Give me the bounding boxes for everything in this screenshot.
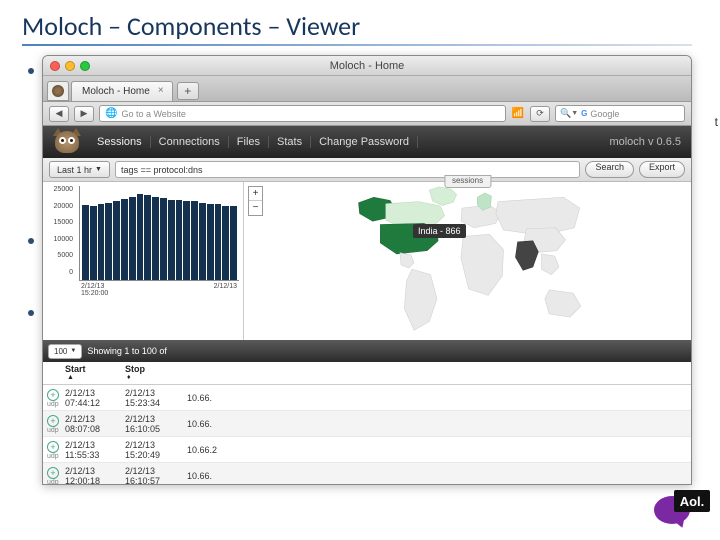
table-header-row: Start▲ Stop♦ [43, 362, 691, 385]
filter-bar: Last 1 hr ▼ Search Export [43, 158, 691, 182]
browser-window: Moloch - Home Moloch - Home × + ◀ ▶ 🌐 Go… [42, 55, 692, 485]
histogram-bar[interactable] [160, 198, 167, 280]
forward-button[interactable]: ▶ [74, 106, 94, 122]
owl-logo-icon [51, 128, 83, 156]
nav-files[interactable]: Files [229, 136, 269, 148]
page-size-dropdown[interactable]: 100▼ [48, 344, 82, 359]
expand-row-button[interactable]: + [47, 415, 59, 427]
map-zoom-control: + − [248, 186, 263, 216]
histogram-bar[interactable] [199, 203, 206, 280]
chevron-down-icon: ▼ [95, 166, 102, 173]
map-tooltip: India - 866 [413, 224, 466, 238]
histogram-bar[interactable] [129, 197, 136, 280]
zoom-in-button[interactable]: + [249, 187, 262, 201]
window-title: Moloch - Home [43, 60, 691, 72]
globe-icon: 🌐 [105, 108, 117, 119]
bullet [28, 310, 34, 316]
showing-text: Showing 1 to 100 of [87, 346, 167, 356]
aol-logo: Aol. [654, 488, 706, 530]
world-map-svg [244, 182, 691, 340]
url-placeholder: Go to a Website [121, 109, 185, 119]
histogram-bar[interactable] [183, 201, 190, 280]
sort-asc-icon: ▲ [67, 374, 125, 381]
nav-change-password[interactable]: Change Password [311, 136, 418, 148]
favicon-tab[interactable] [47, 81, 69, 101]
map-sessions-handle[interactable]: sessions [444, 175, 491, 188]
owl-icon [52, 85, 64, 97]
histogram-bars[interactable] [79, 186, 239, 281]
sessions-table: Start▲ Stop♦ +udp2/12/1307:44:122/12/131… [43, 362, 691, 485]
histogram-bar[interactable] [98, 204, 105, 280]
aol-wordmark: Aol. [674, 490, 710, 512]
reload-button[interactable]: ⟳ [530, 106, 550, 122]
histogram-bar[interactable] [168, 200, 175, 280]
expand-row-button[interactable]: + [47, 467, 59, 479]
table-row[interactable]: +udp2/12/1307:44:122/12/1315:23:3410.66. [43, 385, 691, 411]
google-icon: G [581, 109, 587, 118]
expand-row-button[interactable]: + [47, 441, 59, 453]
histogram-bar[interactable] [222, 206, 229, 280]
table-row[interactable]: +udp2/12/1308:07:082/12/1316:10:0510.66. [43, 411, 691, 437]
search-icon: 🔍 [560, 108, 571, 119]
sort-icon: ♦ [127, 374, 187, 381]
histogram-bar[interactable] [144, 195, 151, 280]
bullet [28, 68, 34, 74]
table-row[interactable]: +udp2/12/1312:00:182/12/1316:10:5710.66. [43, 463, 691, 485]
time-range-label: Last 1 hr [57, 165, 92, 175]
col-start[interactable]: Start▲ [65, 364, 125, 381]
histogram-bar[interactable] [230, 206, 237, 280]
histogram-bar[interactable] [121, 199, 128, 280]
x-axis-ticks: 2/12/1315:20:00 2/12/13 [79, 281, 239, 297]
tab-label: Moloch - Home [82, 86, 150, 97]
nav-connections[interactable]: Connections [151, 136, 229, 148]
browser-tab-strip: Moloch - Home × + [43, 76, 691, 102]
geo-map[interactable]: sessions + − [243, 182, 691, 340]
browser-toolbar: ◀ ▶ 🌐 Go to a Website 📶 ⟳ 🔍 ▼ G Google [43, 102, 691, 126]
chevron-down-icon: ▼ [571, 110, 578, 117]
filter-query-input[interactable] [115, 161, 580, 178]
address-bar[interactable]: 🌐 Go to a Website [99, 105, 506, 122]
export-button[interactable]: Export [639, 161, 685, 178]
histogram-bar[interactable] [215, 204, 222, 280]
nav-stats[interactable]: Stats [269, 136, 311, 148]
y-axis-ticks: 2500020000150001000050000 [45, 186, 73, 276]
slide-title: Moloch – Components – Viewer [0, 0, 720, 44]
histogram-bar[interactable] [137, 194, 144, 280]
histogram-bar[interactable] [105, 203, 112, 280]
histogram-bar[interactable] [191, 201, 198, 280]
nav-sessions[interactable]: Sessions [89, 136, 151, 148]
clipped-text: t [715, 115, 718, 129]
search-input[interactable]: 🔍 ▼ G Google [555, 105, 685, 122]
histogram-bar[interactable] [207, 204, 214, 280]
app-nav-bar: Sessions Connections Files Stats Change … [43, 126, 691, 158]
histogram-bar[interactable] [90, 206, 97, 280]
rss-icon[interactable]: 📶 [511, 108, 525, 119]
col-stop[interactable]: Stop♦ [125, 364, 187, 381]
window-titlebar: Moloch - Home [43, 56, 691, 76]
back-button[interactable]: ◀ [49, 106, 69, 122]
new-tab-button[interactable]: + [177, 82, 199, 100]
search-placeholder: Google [590, 109, 619, 119]
expand-row-button[interactable]: + [47, 389, 59, 401]
table-control-bar: 100▼ Showing 1 to 100 of [43, 340, 691, 362]
session-histogram: 2500020000150001000050000 2/12/1315:20:0… [43, 182, 243, 340]
chevron-down-icon: ▼ [70, 348, 76, 354]
title-underline [22, 44, 692, 46]
histogram-bar[interactable] [152, 197, 159, 280]
time-range-dropdown[interactable]: Last 1 hr ▼ [49, 161, 110, 178]
zoom-out-button[interactable]: − [249, 201, 262, 215]
histogram-bar[interactable] [82, 205, 89, 280]
main-content: 2500020000150001000050000 2/12/1315:20:0… [43, 182, 691, 340]
histogram-bar[interactable] [113, 201, 120, 280]
browser-tab-active[interactable]: Moloch - Home × [71, 81, 173, 101]
histogram-bar[interactable] [176, 200, 183, 280]
search-button[interactable]: Search [585, 161, 634, 178]
app-version: moloch v 0.6.5 [609, 136, 681, 148]
close-icon[interactable]: × [156, 86, 166, 96]
table-row[interactable]: +udp2/12/1311:55:332/12/1315:20:4910.66.… [43, 437, 691, 463]
bullet [28, 238, 34, 244]
